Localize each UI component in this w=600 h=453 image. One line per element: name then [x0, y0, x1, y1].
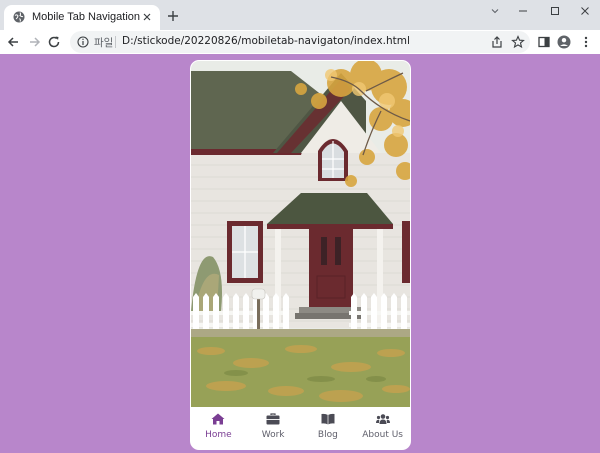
- book-icon: [321, 413, 335, 425]
- profile-icon[interactable]: [557, 35, 571, 49]
- new-tab-icon[interactable]: [167, 10, 179, 22]
- forward-icon[interactable]: [28, 35, 42, 49]
- share-icon[interactable]: [490, 35, 504, 49]
- tab-about-us[interactable]: About Us: [355, 407, 410, 449]
- scheme-label: 파일: [94, 37, 114, 49]
- bottom-tab-navigation: Home Work Blog About Us: [191, 407, 410, 449]
- maximize-icon[interactable]: [548, 4, 562, 18]
- white-house-autumn-photo: [191, 61, 410, 407]
- reload-icon[interactable]: [47, 35, 61, 49]
- chevron-down-icon[interactable]: [488, 4, 502, 18]
- tab-home-label: Home: [205, 430, 232, 440]
- tab-close-icon[interactable]: [140, 10, 154, 24]
- address-bar[interactable]: 파일 D:/stickode/20220826/mobiletab-naviga…: [70, 31, 530, 53]
- tab-strip: Mobile Tab Navigation: [0, 0, 600, 30]
- browser-toolbar: 파일 D:/stickode/20220826/mobiletab-naviga…: [0, 30, 600, 54]
- close-icon[interactable]: [578, 4, 592, 18]
- users-icon: [375, 414, 390, 424]
- menu-icon[interactable]: [579, 35, 593, 49]
- tab-blog-label: Blog: [317, 430, 338, 440]
- briefcase-icon: [266, 413, 280, 425]
- url-text[interactable]: D:/stickode/20220826/mobiletab-navigaton…: [122, 35, 410, 47]
- tab-work[interactable]: Work: [246, 407, 301, 449]
- back-icon[interactable]: [6, 35, 20, 49]
- browser-tab[interactable]: Mobile Tab Navigation: [4, 5, 160, 30]
- tab-home[interactable]: Home: [191, 407, 246, 449]
- tab-title: Mobile Tab Navigation: [32, 11, 141, 23]
- home-icon: [211, 413, 225, 425]
- address-separator: [115, 36, 116, 48]
- tab-blog[interactable]: Blog: [301, 407, 356, 449]
- tab-about-us-label: About Us: [362, 430, 403, 440]
- tab-work-label: Work: [261, 430, 285, 440]
- globe-icon: [13, 11, 25, 23]
- minimize-icon[interactable]: [516, 4, 530, 18]
- sidepanel-icon[interactable]: [537, 35, 551, 49]
- page-viewport: Home Work Blog About Us: [0, 54, 600, 453]
- info-icon[interactable]: [77, 36, 89, 48]
- star-icon[interactable]: [511, 35, 525, 49]
- mobile-frame: Home Work Blog About Us: [190, 60, 411, 450]
